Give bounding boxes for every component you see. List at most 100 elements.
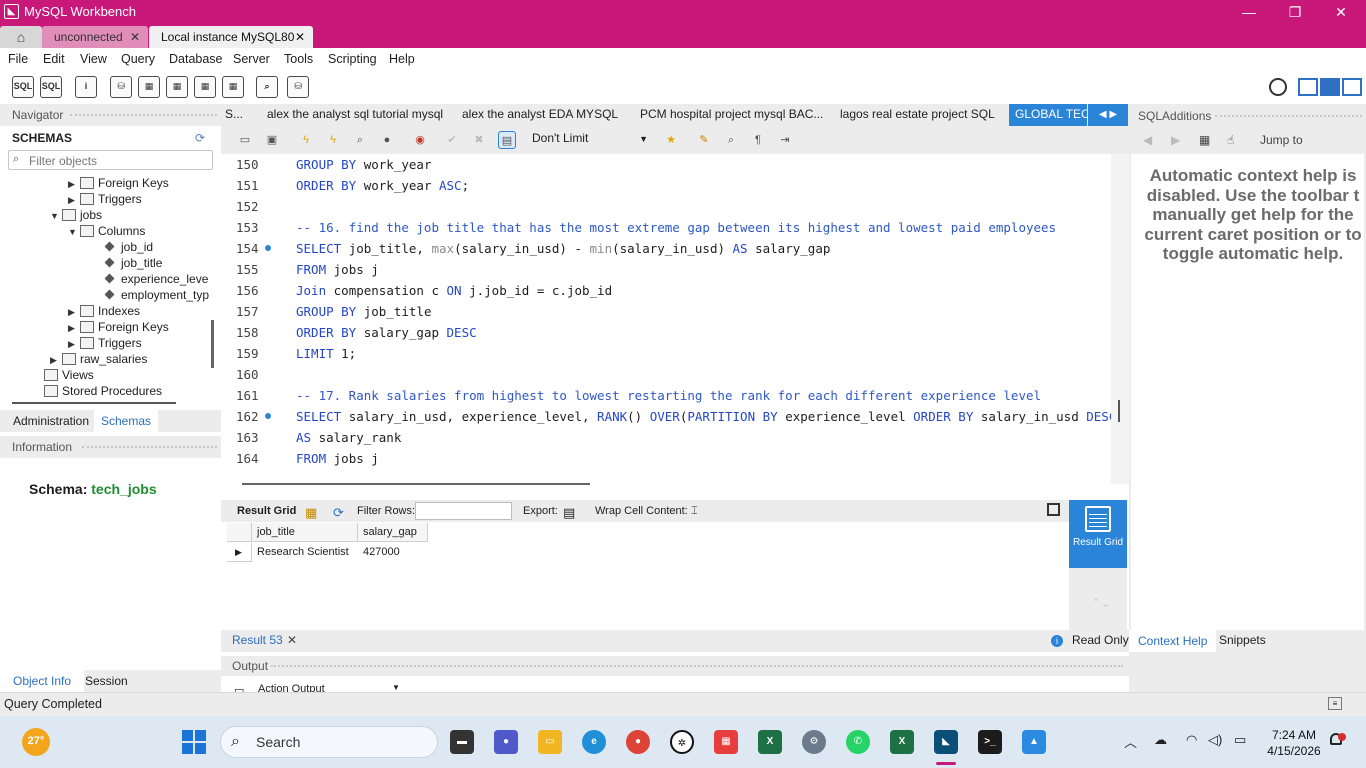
tree-item-raw-salaries[interactable]: ▶ raw_salaries [50, 352, 147, 368]
execute-icon[interactable]: ϟ [297, 131, 315, 149]
onedrive-icon[interactable]: ☁ [1154, 732, 1167, 748]
create-table-icon[interactable]: ▦ [138, 76, 160, 98]
result-grid-side-button[interactable]: Result Grid [1069, 500, 1127, 568]
mysql-workbench-icon[interactable]: ◣ [934, 730, 958, 754]
tab-object-info[interactable]: Object Info [0, 670, 85, 692]
menu-file[interactable]: File [8, 52, 28, 66]
chatgpt-icon[interactable]: ✲ [670, 730, 694, 754]
create-view-icon[interactable]: ▦ [166, 76, 188, 98]
tree-item-triggers[interactable]: ▶ Triggers [68, 192, 142, 208]
grid-icon[interactable]: ▦ [305, 505, 317, 521]
table-cell[interactable]: Research Scientist [252, 543, 358, 562]
refresh-schemas-icon[interactable]: ⟳ [195, 131, 205, 145]
tab-local-instance[interactable]: Local instance MySQL80 ✕ [149, 26, 313, 48]
edge-icon[interactable]: e [582, 730, 606, 754]
chrome-icon[interactable]: ● [626, 730, 650, 754]
expand-arrow-icon[interactable]: ▶ [68, 307, 80, 318]
tree-horizontal-scrollbar[interactable] [12, 402, 176, 404]
query-tab[interactable]: lagos real estate project SQL [840, 107, 995, 121]
open-sql-script-icon[interactable]: SQL [40, 76, 62, 98]
menu-tools[interactable]: Tools [284, 52, 313, 66]
commit-icon[interactable]: ✔ [443, 131, 461, 149]
tree-item-foreign-keys[interactable]: ▶ Foreign Keys [68, 320, 169, 336]
tree-item-views[interactable]: Views [44, 368, 94, 384]
table-cell[interactable]: 427000 [358, 543, 428, 562]
sql-editor[interactable]: 150 GROUP BY work_year 151 ORDER BY work_ye… [221, 154, 1111, 478]
windows-start-icon[interactable] [182, 730, 206, 754]
code-line[interactable]: 152 [221, 199, 1111, 220]
code-line[interactable]: 164 FROM jobs j [221, 451, 1111, 472]
column-header[interactable]: job_title [252, 523, 358, 542]
file-explorer-icon[interactable]: ▭ [538, 730, 562, 754]
collapse-arrow-icon[interactable]: ▼ [68, 227, 80, 237]
search-table-data-icon[interactable]: ⌕ [256, 76, 278, 98]
tab-result[interactable]: Result 53 [232, 633, 283, 647]
tab-scroll-arrows-icon[interactable]: ◀ ▶ [1088, 104, 1128, 126]
tree-item-indexes[interactable]: ▶ Indexes [68, 304, 140, 320]
photos-icon[interactable]: ▲ [1022, 730, 1046, 754]
execute-current-icon[interactable]: ϟ [324, 131, 342, 149]
menu-edit[interactable]: Edit [43, 52, 65, 66]
menu-database[interactable]: Database [169, 52, 223, 66]
tree-item-triggers[interactable]: ▶ Triggers [68, 336, 142, 352]
tree-item-columns[interactable]: ▼ Columns [68, 224, 145, 240]
query-tab[interactable]: PCM hospital project mysql BAC... [640, 107, 823, 121]
auto-help-icon[interactable]: ☝ [1227, 133, 1234, 147]
create-procedure-icon[interactable]: ▦ [194, 76, 216, 98]
microsoft-store-icon[interactable]: ▦ [714, 730, 738, 754]
expand-arrow-icon[interactable]: ▶ [68, 339, 80, 350]
tab-administration[interactable]: Administration [13, 414, 89, 428]
rollback-icon[interactable]: ✖ [470, 131, 488, 149]
query-tab[interactable]: S... [225, 107, 243, 121]
menu-scripting[interactable]: Scripting [328, 52, 377, 66]
query-tab-active[interactable]: GLOBAL TEC [1009, 104, 1087, 126]
volume-icon[interactable]: ◁) [1208, 732, 1222, 748]
scroll-chevrons-icon[interactable]: ⌃⌄ [1091, 596, 1111, 610]
code-line[interactable]: 154 SELECT job_title, max(salary_in_usd) … [221, 241, 1111, 262]
teams-icon[interactable]: ● [494, 730, 518, 754]
open-file-icon[interactable]: ▭ [236, 131, 254, 149]
code-line[interactable]: 159 LIMIT 1; [221, 346, 1111, 367]
tree-item-stored-procedures[interactable]: Stored Procedures [44, 384, 162, 400]
home-icon[interactable]: ⌂ [0, 26, 42, 48]
taskbar-search[interactable]: ⌕ Search [220, 726, 438, 758]
row-pointer-icon[interactable]: ▶ [227, 543, 252, 562]
excel-icon[interactable]: X [758, 730, 782, 754]
weather-icon[interactable]: 27° [22, 728, 50, 756]
tree-item-column[interactable]: employment_typ [104, 288, 209, 304]
editor-vertical-scrollbar[interactable] [1118, 400, 1120, 422]
word-wrap-icon[interactable]: ⇥ [776, 131, 794, 149]
code-line[interactable]: 156 Join compensation c ON j.job_id = c.j… [221, 283, 1111, 304]
filter-objects-box[interactable]: ⌕ [8, 150, 213, 170]
refresh-icon[interactable]: ⟳ [333, 505, 344, 521]
task-view-icon[interactable]: ▬ [450, 730, 474, 754]
action-output-select[interactable]: ▭ Action Output ▼ [232, 680, 404, 692]
toggle-error-stop-icon[interactable]: ◉ [411, 131, 429, 149]
tree-item-foreign-keys[interactable]: ▶ Foreign Keys [68, 176, 169, 192]
whatsapp-icon[interactable]: ✆ [846, 730, 870, 754]
code-line[interactable]: 160 [221, 367, 1111, 388]
add-snippet-icon[interactable]: ★ [662, 131, 680, 149]
close-result-icon[interactable]: ✕ [287, 633, 297, 647]
system-clock[interactable]: 7:24 AM 4/15/2026 [1262, 727, 1326, 759]
filter-rows-input[interactable] [415, 502, 512, 520]
new-sql-tab-icon[interactable]: SQL [12, 76, 34, 98]
menu-query[interactable]: Query [121, 52, 155, 66]
save-icon[interactable]: ▣ [263, 131, 281, 149]
close-window-button[interactable]: ✕ [1318, 0, 1364, 24]
settings-icon[interactable]: ⚙ [802, 730, 826, 754]
code-line[interactable]: 162 SELECT salary_in_usd, experience_leve… [221, 409, 1111, 430]
tree-item-column[interactable]: experience_leve [104, 272, 208, 288]
back-icon[interactable]: ◀ [1143, 133, 1152, 147]
tree-item-column[interactable]: job_id [104, 240, 153, 256]
reconnect-icon[interactable]: ⛁ [287, 76, 309, 98]
inspector-icon[interactable]: i [75, 76, 97, 98]
code-line[interactable]: 161 -- 17. Rank salaries from highest to … [221, 388, 1111, 409]
tab-snippets[interactable]: Snippets [1219, 633, 1266, 647]
tab-unconnected[interactable]: unconnected ✕ [42, 26, 148, 48]
manual-help-icon[interactable]: ▦ [1199, 133, 1210, 147]
expand-arrow-icon[interactable]: ▶ [68, 179, 80, 190]
excel-icon[interactable]: X [890, 730, 914, 754]
tab-context-help[interactable]: Context Help [1129, 630, 1217, 652]
tree-item-column[interactable]: job_title [104, 256, 162, 272]
